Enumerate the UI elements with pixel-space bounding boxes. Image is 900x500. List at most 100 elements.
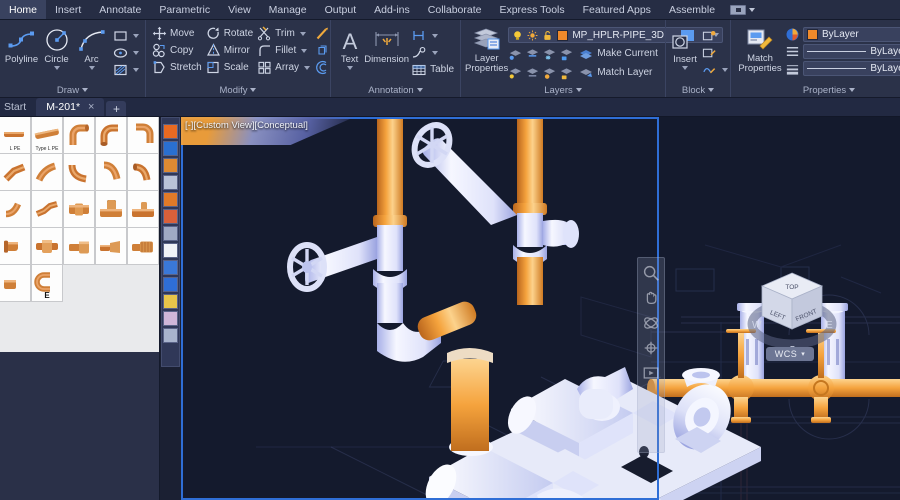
panel-title-modify[interactable]: Modify <box>146 83 330 97</box>
table-button[interactable]: Table <box>409 61 456 78</box>
object-linetype-combobox[interactable]: ByLayer <box>803 44 900 59</box>
visual-style-icon[interactable] <box>163 277 178 292</box>
gate-valve-right[interactable] <box>408 119 517 225</box>
object-lineweight-combobox[interactable]: ByLayer <box>803 61 900 76</box>
animation-icon[interactable] <box>642 364 660 382</box>
layout-icon[interactable] <box>163 311 178 326</box>
orbit-icon[interactable] <box>642 314 660 332</box>
free-orbit-icon[interactable] <box>642 339 660 357</box>
ribbon-tab-featured-apps[interactable]: Featured Apps <box>574 0 660 19</box>
hatch-button[interactable] <box>111 61 141 78</box>
palette-item[interactable] <box>127 153 159 191</box>
new-drawing-tab[interactable]: + <box>106 101 127 116</box>
palette-item[interactable] <box>0 264 31 302</box>
ribbon-tab-express-tools[interactable]: Express Tools <box>490 0 573 19</box>
dimension-button[interactable]: Dimension <box>364 26 409 65</box>
palette-item[interactable]: Type L PE <box>31 117 63 154</box>
drawing-viewport[interactable]: [-][Custom View][Conceptual] W E TOP LEF… <box>181 117 900 500</box>
layer-off-icon[interactable] <box>508 47 523 61</box>
palette-item[interactable] <box>95 227 127 265</box>
sheet-icon[interactable] <box>163 328 178 343</box>
layer-freeze-icon[interactable] <box>542 47 557 61</box>
edit-icon[interactable] <box>163 294 178 309</box>
chevron-down-icon[interactable] <box>432 33 439 38</box>
array-button[interactable]: Array <box>255 59 312 76</box>
text-button[interactable]: A Text <box>335 26 364 70</box>
riser-right[interactable] <box>513 119 547 305</box>
chevron-down-icon[interactable] <box>53 66 60 70</box>
palette-item[interactable]: E <box>31 264 63 302</box>
copy-button[interactable]: Copy <box>150 42 204 59</box>
ribbon-tab-assemble[interactable]: Assemble <box>660 0 724 19</box>
ribbon-tab-annotate[interactable]: Annotate <box>90 0 150 19</box>
ucs-selector[interactable]: WCS ▾ <box>766 347 814 361</box>
palette-item[interactable] <box>0 190 31 228</box>
leader-button[interactable] <box>409 44 456 61</box>
chevron-down-icon[interactable] <box>133 50 139 55</box>
chevron-down-icon[interactable] <box>133 67 139 72</box>
chevron-down-icon[interactable] <box>682 66 688 70</box>
ribbon-tab-output[interactable]: Output <box>316 0 366 19</box>
zoom-magnifier-icon[interactable] <box>642 264 660 282</box>
insert-icon[interactable] <box>163 192 178 207</box>
ellipse-button[interactable] <box>111 44 141 61</box>
chevron-down-icon[interactable] <box>722 67 728 72</box>
ribbon-tab-view[interactable]: View <box>219 0 260 19</box>
edit-block-button[interactable] <box>700 44 730 61</box>
object-color-combobox[interactable]: ByLayer <box>803 27 900 42</box>
palette-item[interactable] <box>0 227 31 265</box>
branch-outlet[interactable] <box>543 219 579 248</box>
edit-attribute-button[interactable] <box>700 61 730 78</box>
palette-item[interactable]: L PE <box>0 117 31 154</box>
document-tab-start[interactable]: Start <box>0 98 36 116</box>
rectangle-button[interactable] <box>111 27 141 44</box>
match-layer-button[interactable]: Match Layer <box>576 64 654 81</box>
arc-button[interactable]: Arc <box>74 26 109 70</box>
layer-unlock-icon[interactable] <box>559 66 574 80</box>
make-current-button[interactable]: Make Current <box>576 45 660 62</box>
palette-item[interactable] <box>0 153 31 191</box>
rotate-button[interactable]: Rotate <box>204 25 255 42</box>
ribbon-tab-manage[interactable]: Manage <box>260 0 316 19</box>
panel-title-layers[interactable]: Layers <box>461 83 665 97</box>
ribbon-tab-insert[interactable]: Insert <box>46 0 90 19</box>
document-tab-m-201[interactable]: M-201* × <box>36 98 105 116</box>
linear-dimension-button[interactable] <box>409 27 456 44</box>
palette-item[interactable] <box>127 117 159 154</box>
mirror-button[interactable]: Mirror <box>204 42 255 59</box>
chevron-down-icon[interactable] <box>133 33 139 38</box>
polyline-button[interactable]: Polyline <box>4 26 39 65</box>
layer-on-icon[interactable] <box>508 66 523 80</box>
navigation-bar[interactable] <box>637 257 665 453</box>
ribbon-overflow-control[interactable] <box>724 0 761 19</box>
zoom-window-icon[interactable] <box>163 141 178 156</box>
panel-title-annotation[interactable]: Annotation <box>331 83 460 97</box>
palette-item[interactable] <box>63 153 95 191</box>
layer-isolate-icon[interactable] <box>525 47 540 61</box>
render-icon[interactable] <box>163 175 178 190</box>
pan-icon[interactable] <box>163 158 178 173</box>
panel-title-block[interactable]: Block <box>666 83 730 97</box>
layer-unisolate-icon[interactable] <box>525 66 540 80</box>
palette-item[interactable] <box>95 153 127 191</box>
palette-item[interactable] <box>63 117 95 154</box>
palette-item[interactable] <box>95 190 127 228</box>
layer-properties-button[interactable]: Layer Properties <box>465 25 508 74</box>
palette-item[interactable] <box>31 227 63 265</box>
riser-left[interactable] <box>373 119 407 323</box>
layer-thaw-icon[interactable] <box>542 66 557 80</box>
ribbon-tab-home[interactable]: Home <box>0 0 47 19</box>
chevron-down-icon[interactable] <box>432 50 439 55</box>
panel-title-draw[interactable]: Draw <box>0 83 145 97</box>
palette-item[interactable] <box>31 190 63 228</box>
view-cube[interactable]: W E S N TOP LEFT FRONT <box>746 267 838 359</box>
palette-item[interactable] <box>31 153 63 191</box>
palette-item[interactable] <box>127 190 159 228</box>
chevron-down-icon[interactable] <box>88 66 95 70</box>
layer-lock-icon[interactable] <box>559 47 574 61</box>
chevron-down-icon[interactable] <box>301 48 308 53</box>
ribbon-tab-parametric[interactable]: Parametric <box>150 0 219 19</box>
chevron-down-icon[interactable] <box>304 65 311 70</box>
chevron-down-icon[interactable] <box>346 66 353 70</box>
paint-icon[interactable] <box>163 260 178 275</box>
